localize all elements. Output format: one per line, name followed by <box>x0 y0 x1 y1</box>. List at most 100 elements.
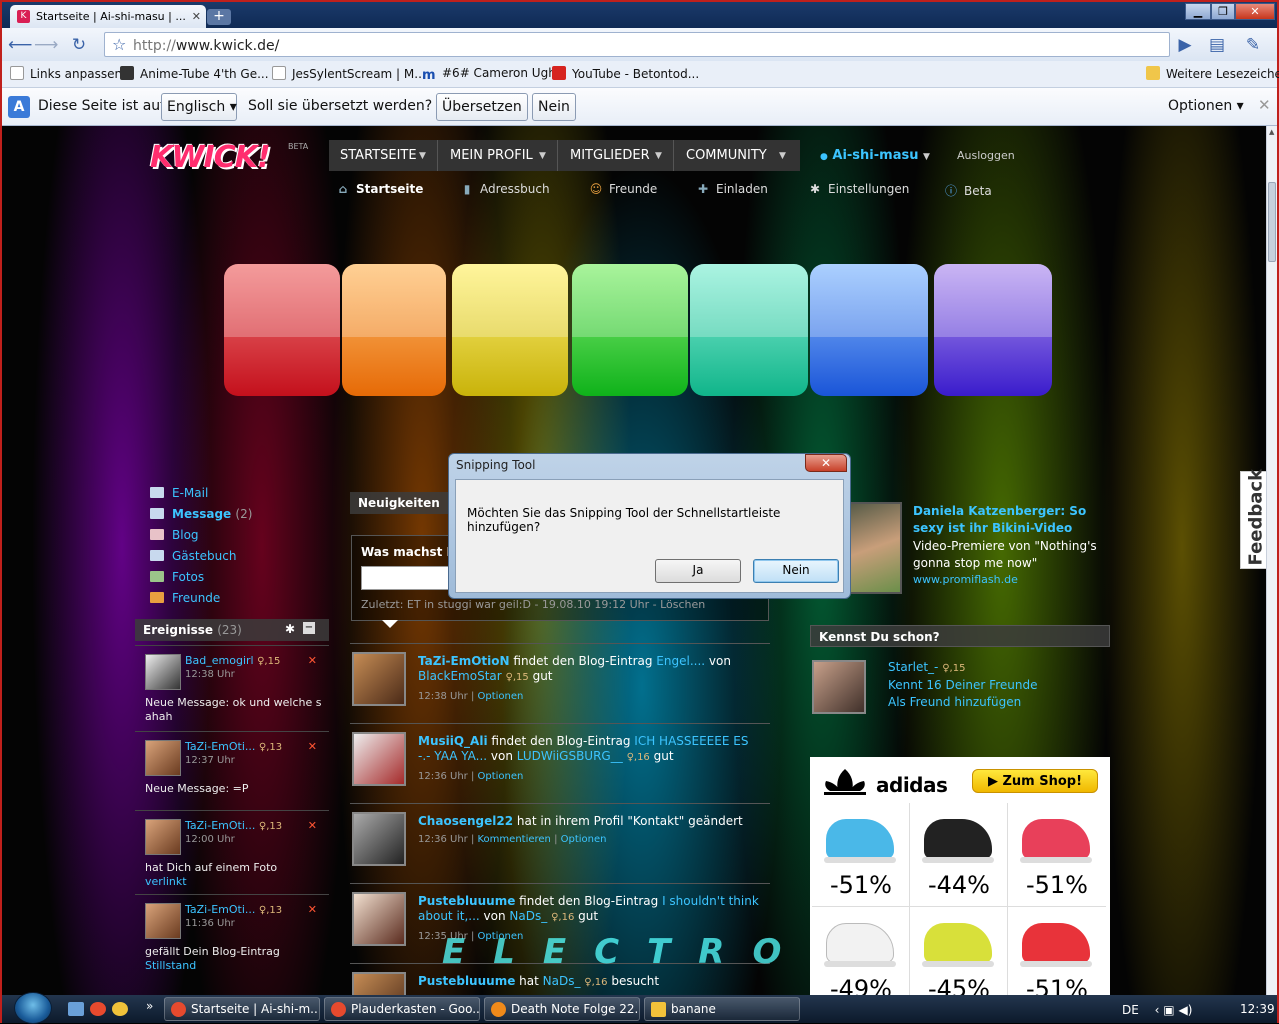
scrollbar-thumb[interactable] <box>1268 182 1276 262</box>
subnav-startseite[interactable]: ⌂ Startseite <box>336 182 424 196</box>
logout-link[interactable]: Ausloggen <box>957 149 1015 162</box>
feed-options-link[interactable]: Optionen <box>478 771 524 782</box>
nav-startseite[interactable]: STARTSEITE <box>340 148 417 163</box>
start-button[interactable] <box>14 992 52 1024</box>
nav-mitglieder[interactable]: MITGLIEDER <box>570 148 650 163</box>
taskbar-item[interactable]: banane <box>644 997 800 1021</box>
subnav-freunde[interactable]: ☺ Freunde <box>589 182 658 196</box>
close-translate-icon[interactable]: ✕ <box>1258 96 1271 114</box>
language-select[interactable]: Englisch ▾ <box>161 93 237 121</box>
quicklaunch-icon[interactable] <box>90 1002 106 1016</box>
knows-mutual[interactable]: Kennt 16 Deiner Freunde <box>888 678 1037 692</box>
bookmark-item[interactable]: m #6# Cameron Ugh <box>422 66 556 83</box>
user-menu[interactable]: ● Ai-shi-masu ▼ <box>820 148 930 163</box>
page-menu-icon[interactable]: ▤ <box>1206 34 1228 56</box>
gear-icon[interactable]: ✱ <box>285 622 295 636</box>
bookmark-star-icon[interactable]: ☆ <box>112 35 126 54</box>
forward-icon[interactable]: ⟶ <box>34 34 58 56</box>
more-quicklaunch-icon[interactable]: » <box>146 999 153 1013</box>
browser-tab[interactable]: K Startseite | Ai-shi-masu | ... ✕ <box>10 5 206 28</box>
feed-comment-link[interactable]: Kommentieren <box>478 834 551 845</box>
collapse-icon[interactable]: − <box>303 622 315 634</box>
ad-product[interactable]: -51% <box>812 803 910 907</box>
feed-user[interactable]: Pustebluuume <box>418 894 515 908</box>
subnav-beta[interactable]: ⓘ Beta <box>944 182 992 199</box>
nav-community[interactable]: COMMUNITY <box>686 148 767 163</box>
bookmark-item[interactable]: Anime-Tube 4'th Ge... <box>120 66 269 81</box>
scroll-up-icon[interactable]: ▲ <box>1269 128 1274 136</box>
ad-product[interactable]: -49% <box>812 907 910 995</box>
address-bar[interactable]: ☆ http://www.kwick.de/ <box>104 32 1170 57</box>
reload-icon[interactable]: ↻ <box>68 34 90 56</box>
translate-button[interactable]: Übersetzen <box>436 93 528 121</box>
yes-button[interactable]: Ja <box>655 559 741 583</box>
add-friend-link[interactable]: Als Freund hinzufügen <box>888 695 1021 709</box>
avatar[interactable] <box>352 972 406 995</box>
avatar[interactable] <box>352 812 406 866</box>
adidas-ad[interactable]: adidas ▶ Zum Shop! -51% -44% -51% -49% -… <box>810 757 1110 995</box>
back-icon[interactable]: ⟵ <box>8 34 32 56</box>
chevron-down-icon[interactable]: ▼ <box>539 151 546 161</box>
taskbar-item[interactable]: Death Note Folge 22... <box>484 997 640 1021</box>
nav-mein-profil[interactable]: MEIN PROFIL <box>450 148 533 163</box>
promo-url[interactable]: www.promiflash.de <box>913 573 1018 586</box>
link-freunde[interactable]: Freunde <box>150 591 220 605</box>
new-tab-button[interactable]: + <box>207 9 231 25</box>
bookmark-folder[interactable]: Weitere Lesezeichen <box>1146 66 1279 81</box>
avatar[interactable] <box>812 660 866 714</box>
feed-options-link[interactable]: Optionen <box>478 691 524 702</box>
feed-user[interactable]: Pustebluuume <box>418 974 515 988</box>
minimize-button[interactable]: ▁ <box>1185 3 1211 20</box>
show-desktop-icon[interactable] <box>68 1002 84 1016</box>
chevron-down-icon[interactable]: ▼ <box>655 151 662 161</box>
avatar[interactable] <box>352 892 406 946</box>
bookmark-item[interactable]: YouTube - Betontod... <box>552 66 699 81</box>
delete-icon[interactable]: ✕ <box>308 654 317 667</box>
feedback-tab[interactable]: Feedback <box>1240 469 1266 569</box>
chevron-down-icon[interactable]: ▼ <box>419 151 426 161</box>
link-fotos[interactable]: Fotos <box>150 570 204 584</box>
wrench-icon[interactable]: ✎ <box>1242 34 1264 56</box>
event-link[interactable]: verlinkt <box>145 875 187 888</box>
feed-author[interactable]: LUDWiiGSBURG__ <box>517 749 623 763</box>
event-link[interactable]: Stillstand <box>145 959 196 972</box>
shop-button[interactable]: ▶ Zum Shop! <box>972 769 1098 793</box>
chevron-down-icon[interactable]: ▼ <box>779 151 786 161</box>
dont-translate-button[interactable]: Nein <box>532 93 576 121</box>
delete-icon[interactable]: ✕ <box>308 740 317 753</box>
tray-expand-icon[interactable]: ‹ <box>1155 1003 1160 1017</box>
taskbar-item[interactable]: Plauderkasten - Goo... <box>324 997 480 1021</box>
network-icon[interactable]: ▣ <box>1163 1003 1174 1017</box>
knows-user[interactable]: Starlet_- ♀,15 <box>888 660 965 674</box>
link-gaestebuch[interactable]: Gästebuch <box>150 549 236 563</box>
volume-icon[interactable]: ◀) <box>1178 1003 1192 1017</box>
avatar[interactable] <box>352 652 406 706</box>
feed-user[interactable]: Chaosengel22 <box>418 814 513 828</box>
event-user[interactable]: TaZi-EmOti... ♀,13 <box>185 903 282 916</box>
avatar[interactable] <box>145 654 181 690</box>
delete-icon[interactable]: ✕ <box>308 903 317 916</box>
feed-options-link[interactable]: Optionen <box>561 834 607 845</box>
delete-icon[interactable]: ✕ <box>308 819 317 832</box>
no-button[interactable]: Nein <box>753 559 839 583</box>
avatar[interactable] <box>145 740 181 776</box>
feed-user[interactable]: TaZi-EmOtioN <box>418 654 510 668</box>
bookmark-item[interactable]: JesSylentScream | M... <box>272 66 426 81</box>
page-scrollbar[interactable]: ▲ <box>1266 126 1277 995</box>
event-user[interactable]: TaZi-EmOti... ♀,13 <box>185 819 282 832</box>
link-blog[interactable]: Blog <box>150 528 199 542</box>
translate-options-button[interactable]: Optionen ▾ <box>1168 98 1244 114</box>
link-email[interactable]: E-Mail <box>150 486 208 500</box>
bookmark-item[interactable]: Links anpassen <box>10 66 122 81</box>
feed-user[interactable]: MusiiQ_Ali <box>418 734 488 748</box>
promo-title[interactable]: Daniela Katzenberger: So sexy ist ihr Bi… <box>913 503 1108 537</box>
avatar[interactable] <box>352 732 406 786</box>
avatar[interactable] <box>145 903 181 939</box>
event-user[interactable]: TaZi-EmOti... ♀,13 <box>185 740 282 753</box>
ad-product[interactable]: -51% <box>1008 803 1106 907</box>
ad-product[interactable]: -45% <box>910 907 1008 995</box>
close-tab-icon[interactable]: ✕ <box>192 10 201 23</box>
taskbar-item[interactable]: Startseite | Ai-shi-m... <box>164 997 320 1021</box>
feed-link[interactable]: Engel.... <box>656 654 705 668</box>
event-user[interactable]: Bad_emogirl ♀,15 <box>185 654 280 667</box>
